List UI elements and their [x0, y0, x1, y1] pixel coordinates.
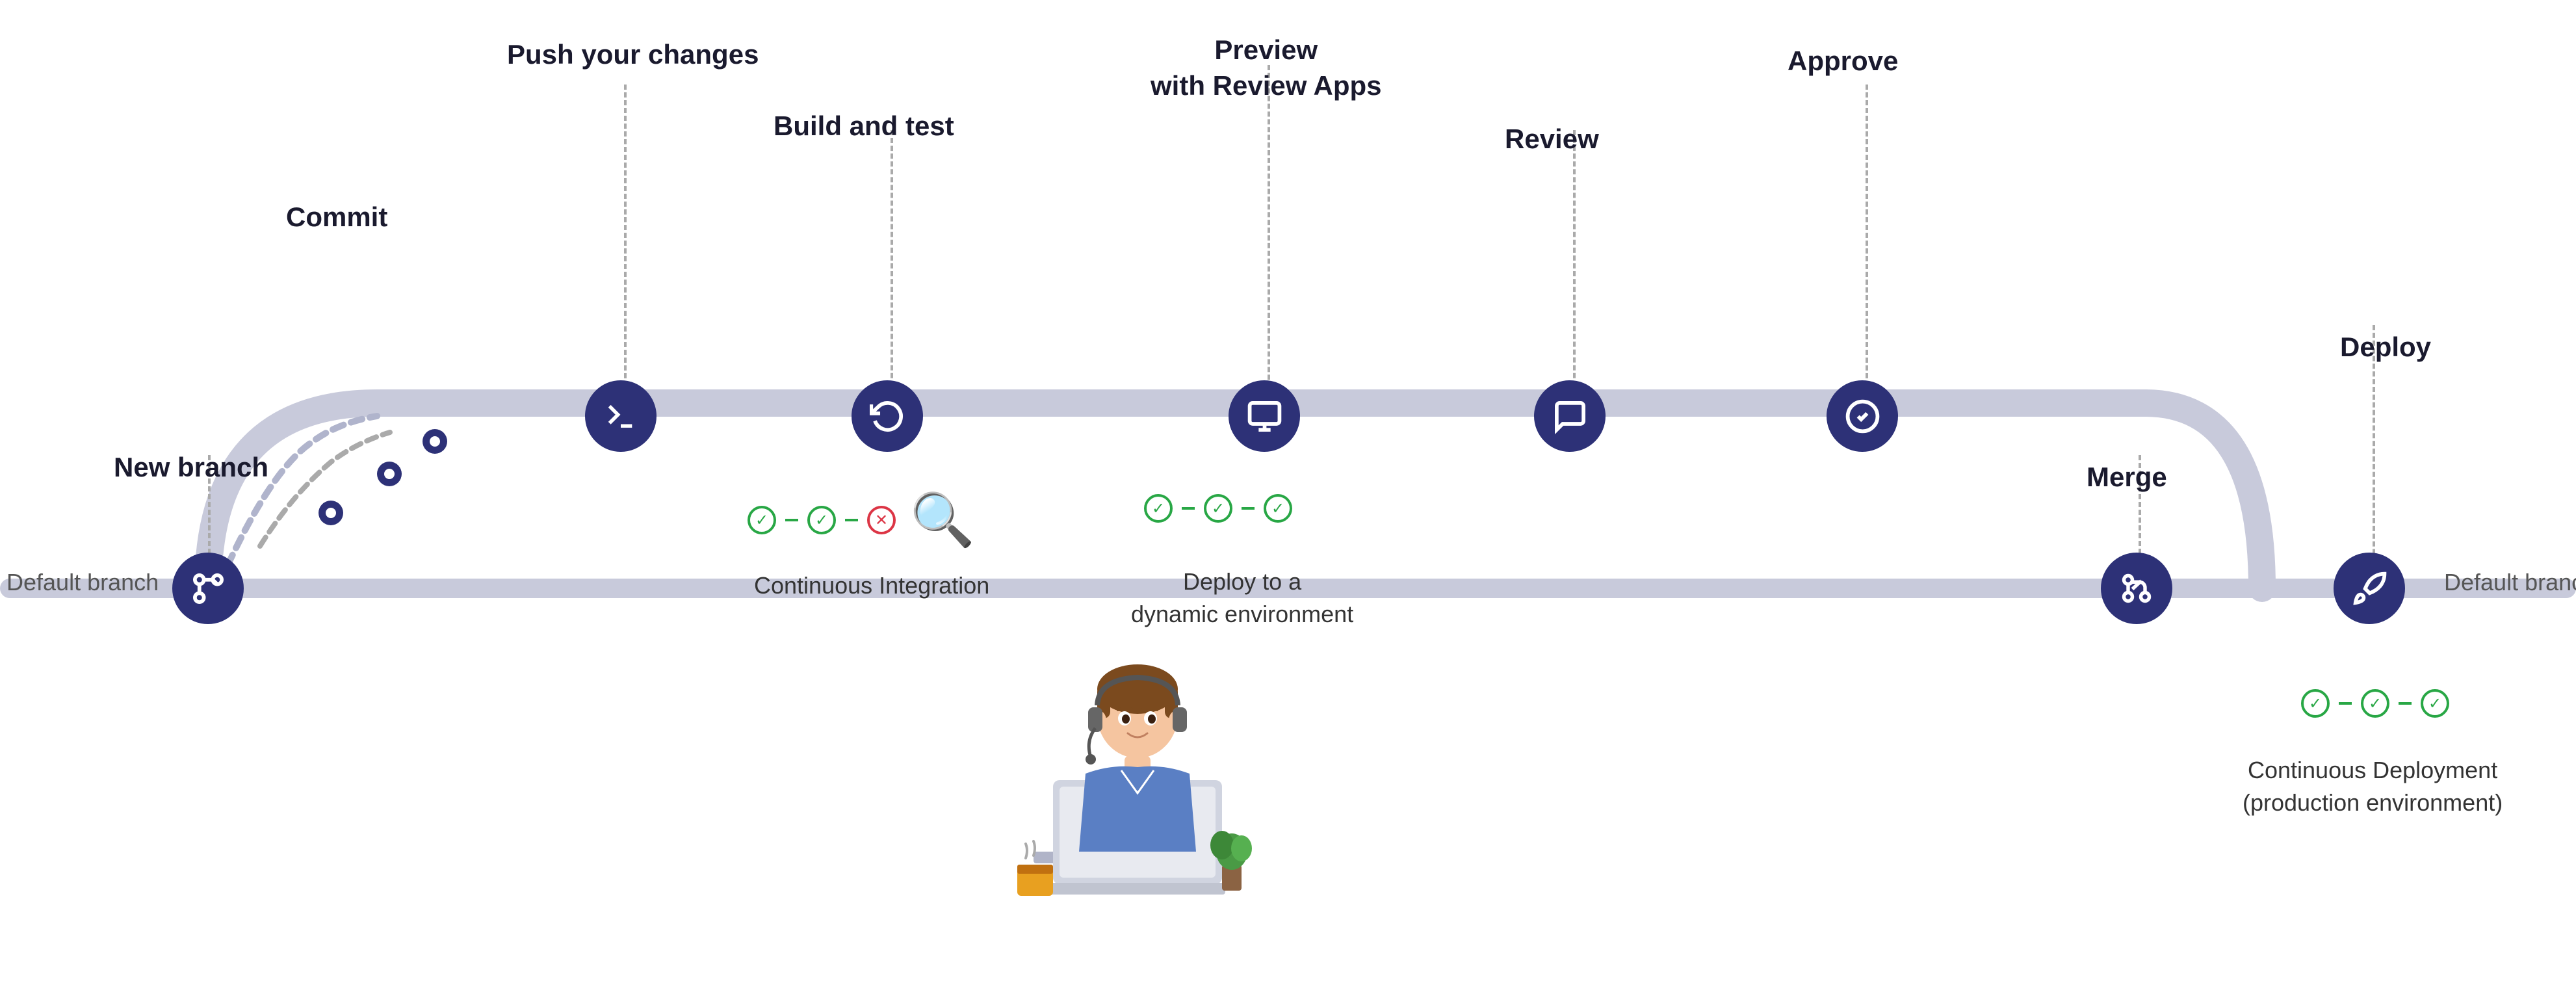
preview-dashed-line	[1268, 65, 1270, 403]
label-build-test: Build and test	[774, 111, 954, 142]
build-test-dashed-line	[891, 130, 893, 410]
ci-dot-green-1: ✓	[748, 506, 776, 534]
label-merge: Merge	[2087, 462, 2167, 493]
commit-dot-3	[423, 429, 447, 454]
cd-dot-2: ✓	[2361, 689, 2389, 718]
label-default-branch-right: Default branch	[2444, 569, 2576, 596]
label-dynamic-env: Deploy to adynamic environment	[1131, 566, 1353, 631]
ci-dot-red: ✕	[867, 506, 896, 534]
person-svg: 🦊	[982, 650, 1294, 949]
commit-dot-1	[319, 501, 343, 525]
cd-dots: ✓ ✓ ✓	[2301, 689, 2449, 718]
dyn-dot-3: ✓	[1264, 494, 1292, 523]
label-ci: Continuous Integration	[754, 572, 989, 599]
label-new-branch: New branch	[114, 452, 268, 483]
deploy-dashed-line	[2373, 325, 2375, 585]
ci-connector-1	[785, 519, 798, 521]
label-preview: Previewwith Review Apps	[1151, 33, 1382, 103]
approve-dashed-line	[1866, 85, 1868, 410]
node-default-branch-left	[172, 553, 244, 624]
node-preview	[1229, 380, 1300, 452]
label-commit: Commit	[286, 202, 387, 233]
label-deploy: Deploy	[2340, 332, 2431, 363]
ci-dot-green-2: ✓	[807, 506, 836, 534]
review-dashed-line	[1573, 130, 1576, 410]
person-illustration: 🦊	[975, 650, 1300, 949]
dyn-dot-1: ✓	[1144, 494, 1173, 523]
dyn-connector-1	[1182, 507, 1195, 510]
cd-dot-3: ✓	[2421, 689, 2449, 718]
node-push	[585, 380, 657, 452]
label-approve: Approve	[1788, 46, 1898, 77]
label-cd: Continuous Deployment(production environ…	[2243, 754, 2503, 820]
label-push-changes: Push your changes	[507, 39, 759, 70]
diagram-container: New branch Default branch Commit Push yo…	[0, 0, 2576, 981]
ci-dots-row: ✓ ✓ ✕ 🔍	[748, 494, 975, 546]
cd-connector-2	[2399, 702, 2412, 705]
dyn-connector-2	[1242, 507, 1255, 510]
dyn-dot-2: ✓	[1204, 494, 1232, 523]
dynamic-env-dots: ✓ ✓ ✓	[1144, 494, 1292, 523]
label-review: Review	[1505, 124, 1599, 155]
node-review	[1534, 380, 1606, 452]
node-approve	[1827, 380, 1898, 452]
node-deploy	[2334, 553, 2405, 624]
cd-connector-1	[2339, 702, 2352, 705]
ci-connector-2	[845, 519, 858, 521]
node-merge	[2101, 553, 2172, 624]
cd-dot-1: ✓	[2301, 689, 2330, 718]
label-default-branch-left: Default branch	[7, 569, 159, 596]
push-changes-dashed-line	[624, 85, 627, 410]
magnifier-icon: 🔍	[910, 494, 975, 546]
node-build-test	[852, 380, 923, 452]
commit-dot-2	[377, 462, 402, 486]
